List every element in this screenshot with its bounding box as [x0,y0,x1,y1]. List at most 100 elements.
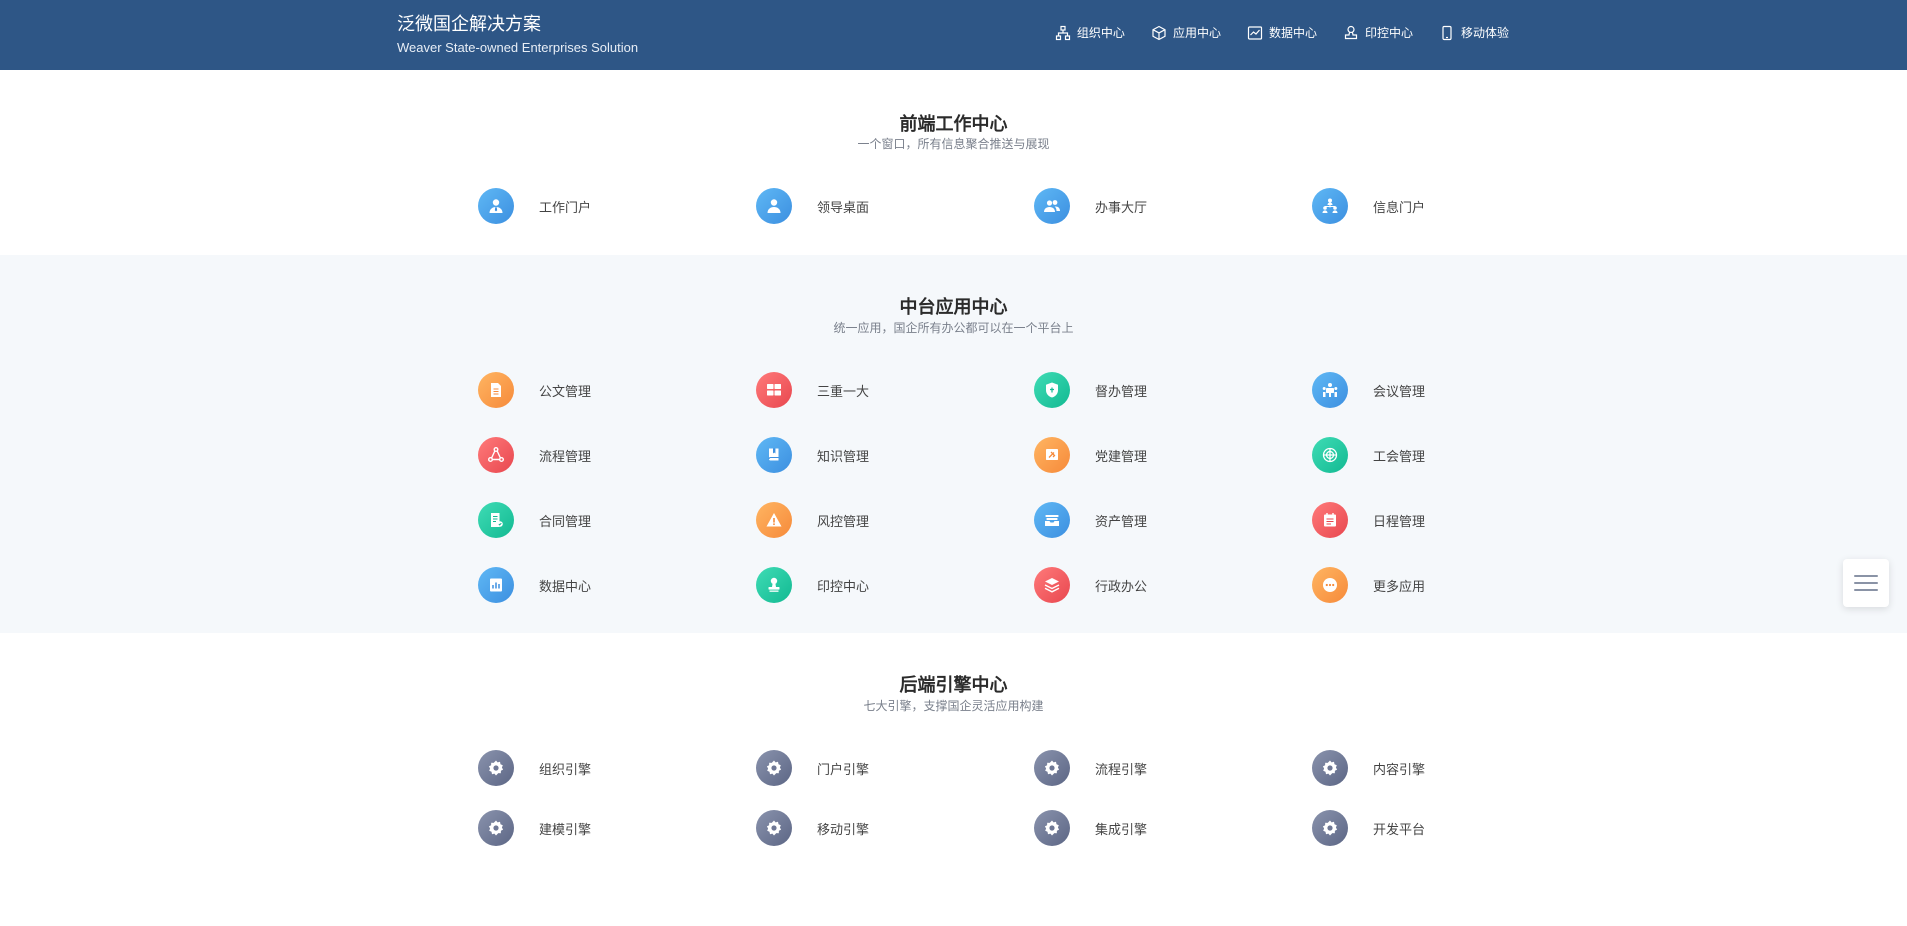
user-icon [756,188,792,224]
engine-item-process[interactable]: 流程引擎 [1034,750,1147,786]
app-item-data-center[interactable]: 数据中心 [478,567,591,603]
engine-item-modeling[interactable]: 建模引擎 [478,810,591,846]
app-item-document-mgmt[interactable]: 公文管理 [478,372,591,408]
item-label: 建模引擎 [539,822,592,838]
section-subtitle: 七大引擎，支撑国企灵活应用构建 [863,699,1044,713]
nav-item-apps[interactable]: 应用中心 [1151,24,1221,41]
item-label: 集成引擎 [1095,822,1148,838]
top-header: 泛微国企解决方案 Weaver State-owned Enterprises … [0,0,1907,70]
app-item-process-mgmt[interactable]: 流程管理 [478,437,591,473]
section-subtitle: 统一应用，国企所有办公都可以在一个平台上 [833,321,1074,335]
engine-item-portal[interactable]: 门户引擎 [756,750,869,786]
nav-item-org[interactable]: 组织中心 [1055,24,1125,41]
nav-item-data[interactable]: 数据中心 [1247,24,1317,41]
item-label: 办事大厅 [1095,200,1148,216]
more-icon [1312,567,1348,603]
gear-icon [1312,810,1348,846]
item-label: 合同管理 [539,514,592,530]
item-label: 资产管理 [1095,514,1148,530]
section-title: 前端工作中心 [899,114,1008,135]
section-title: 后端引擎中心 [899,675,1008,696]
item-label: 会议管理 [1373,384,1426,400]
app-item-stamp-center[interactable]: 印控中心 [756,567,869,603]
gear-icon [756,810,792,846]
engine-item-dev-platform[interactable]: 开发平台 [1312,810,1425,846]
item-label: 流程引擎 [1095,762,1148,778]
engine-item-integration[interactable]: 集成引擎 [1034,810,1147,846]
item-label: 信息门户 [1373,200,1426,216]
app-item-admin-office[interactable]: 行政办公 [1034,567,1147,603]
item-label: 风控管理 [817,514,870,530]
nav-label: 应用中心 [1172,26,1221,40]
section-middle-app-center: 中台应用中心 统一应用，国企所有办公都可以在一个平台上 公文管理 三重一大 督办… [0,255,1907,633]
item-label: 数据中心 [539,579,592,595]
app-item-knowledge-mgmt[interactable]: 知识管理 [756,437,869,473]
engine-item-mobile[interactable]: 移动引擎 [756,810,869,846]
users-icon [1034,188,1070,224]
nav-item-mobile[interactable]: 移动体验 [1439,24,1509,41]
item-label: 组织引擎 [539,762,592,778]
item-label: 日程管理 [1373,514,1426,530]
item-label: 公文管理 [539,384,592,400]
nav-label: 数据中心 [1268,26,1317,40]
item-label: 工作门户 [539,200,592,216]
calendar-icon [1312,502,1348,538]
party-flag-icon [1034,437,1070,473]
book-icon [756,437,792,473]
nav-label: 组织中心 [1076,26,1125,40]
nav-item-stamp[interactable]: 印控中心 [1343,24,1413,41]
engine-item-org[interactable]: 组织引擎 [478,750,591,786]
mobile-icon [1442,25,1452,40]
app-item-schedule-mgmt[interactable]: 日程管理 [1312,502,1425,538]
inbox-icon [1034,502,1070,538]
item-label: 三重一大 [817,384,870,400]
cube-icon [1152,25,1166,40]
org-chart-icon [1055,25,1071,40]
floating-menu-button[interactable] [1843,559,1889,607]
stamp-icon [756,567,792,603]
stamp-icon [1344,25,1358,39]
gear-icon [478,810,514,846]
layers-icon [1034,567,1070,603]
item-label: 门户引擎 [817,762,870,778]
app-item-leader-desktop[interactable]: 领导桌面 [756,188,869,224]
gear-icon [1312,750,1348,786]
app-item-supervision-mgmt[interactable]: 督办管理 [1034,372,1147,408]
gear-icon [478,750,514,786]
app-item-contract-mgmt[interactable]: 合同管理 [478,502,591,538]
app-item-asset-mgmt[interactable]: 资产管理 [1034,502,1147,538]
grid-blocks-icon [756,372,792,408]
app-item-meeting-mgmt[interactable]: 会议管理 [1312,372,1425,408]
flow-icon [478,437,514,473]
app-item-more-apps[interactable]: 更多应用 [1312,567,1425,603]
app-item-work-portal[interactable]: 工作门户 [478,188,591,224]
chart-line-icon [1247,25,1263,40]
item-label: 领导桌面 [817,200,870,216]
shield-icon [1034,372,1070,408]
union-emblem-icon [1312,437,1348,473]
brand[interactable]: 泛微国企解决方案 Weaver State-owned Enterprises … [397,14,638,56]
app-item-info-portal[interactable]: 信息门户 [1312,188,1425,224]
user-tie-icon [478,188,514,224]
contract-icon [478,502,514,538]
engine-item-content[interactable]: 内容引擎 [1312,750,1425,786]
hamburger-menu-icon [1854,575,1878,577]
app-item-union-mgmt[interactable]: 工会管理 [1312,437,1425,473]
section-title: 中台应用中心 [899,297,1008,318]
top-nav: 组织中心 应用中心 数据中心 印控中心 移动体验 [1055,24,1509,41]
item-label: 流程管理 [539,449,592,465]
app-item-service-hall[interactable]: 办事大厅 [1034,188,1147,224]
gear-icon [756,750,792,786]
item-label: 移动引擎 [817,822,870,838]
section-front-work-center: 前端工作中心 一个窗口，所有信息聚合推送与展现 工作门户 领导桌面 办事大厅 信… [0,70,1907,255]
item-label: 印控中心 [817,579,870,595]
item-label: 行政办公 [1095,579,1148,595]
app-item-party-building-mgmt[interactable]: 党建管理 [1034,437,1147,473]
app-item-three-one[interactable]: 三重一大 [756,372,869,408]
item-label: 党建管理 [1095,449,1148,465]
nav-label: 移动体验 [1460,26,1509,40]
item-label: 工会管理 [1373,449,1426,465]
app-item-risk-mgmt[interactable]: 风控管理 [756,502,869,538]
hamburger-menu-icon [1854,589,1878,591]
item-label: 更多应用 [1373,579,1426,595]
